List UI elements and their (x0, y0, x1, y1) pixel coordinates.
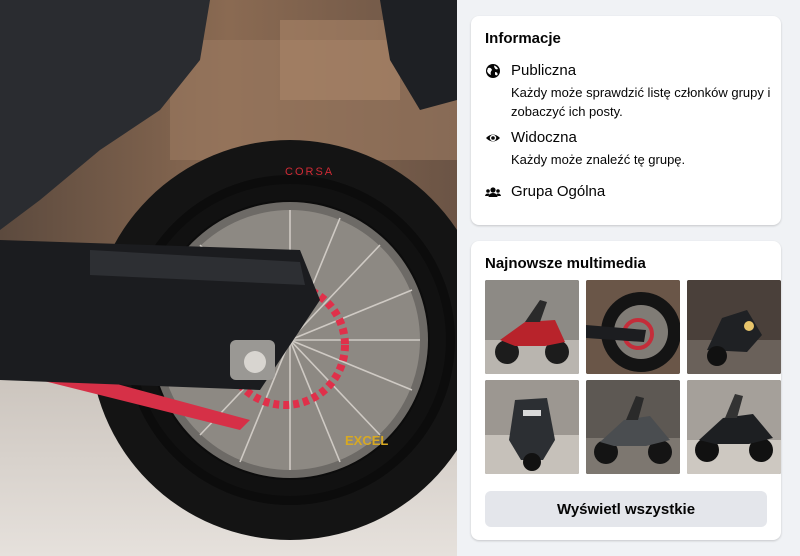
motorcycle-rear-wheel-image: CORSA EXCEL (0, 0, 457, 556)
privacy-public-label: Publiczna (511, 62, 577, 79)
see-all-media-button[interactable]: Wyświetl wszystkie (485, 491, 767, 527)
group-icon (485, 184, 501, 200)
about-title: Informacje (485, 30, 561, 47)
eye-icon (485, 130, 501, 146)
group-sidebar: Informacje Publiczna Każdy może sprawdzi… (457, 0, 800, 556)
media-thumbnail[interactable] (485, 280, 579, 374)
media-thumbnail[interactable] (586, 280, 680, 374)
rim-brand-text: EXCEL (345, 433, 388, 448)
grey-scooter-shop-photo (586, 380, 680, 474)
media-thumbnail[interactable] (687, 280, 781, 374)
media-thumbnail[interactable] (687, 380, 781, 474)
media-thumbnail[interactable] (586, 380, 680, 474)
rear-wheel-photo (586, 280, 680, 374)
about-card: Informacje Publiczna Każdy może sprawdzi… (471, 16, 781, 225)
group-type-label: Grupa Ogólna (511, 183, 606, 200)
red-scooter-photo (485, 280, 579, 374)
visibility-description: Każdy może znaleźć tę grupę. (511, 152, 686, 167)
black-scooter-side-photo (687, 380, 781, 474)
dark-scooter-night-photo (687, 280, 781, 374)
post-photo[interactable]: CORSA EXCEL (0, 0, 457, 556)
black-scooter-front-photo (485, 380, 579, 474)
recent-media-card: Najnowsze multimedia Wyświetl wszystkie (471, 241, 781, 540)
visibility-label: Widoczna (511, 129, 577, 146)
media-thumbnail[interactable] (485, 380, 579, 474)
globe-icon (485, 63, 501, 79)
tire-brand-text: CORSA (285, 166, 334, 178)
privacy-public-description: Każdy może sprawdzić listę członków grup… (511, 85, 771, 119)
recent-media-title: Najnowsze multimedia (485, 255, 646, 272)
